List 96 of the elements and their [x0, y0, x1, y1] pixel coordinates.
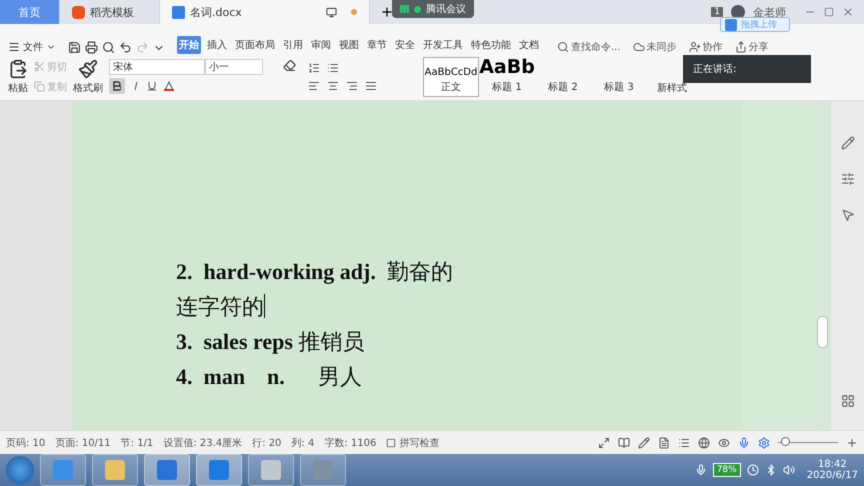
status-text: 字数: 1106: [324, 436, 376, 450]
paste-button[interactable]: 粘贴: [8, 58, 28, 95]
align-left-icon[interactable]: [308, 80, 320, 92]
web-icon[interactable]: [698, 436, 710, 449]
fullscreen-icon[interactable]: [598, 436, 610, 449]
search-icon: [557, 40, 569, 53]
file-menu[interactable]: 文件: [8, 40, 56, 54]
size-field[interactable]: 小一: [205, 59, 263, 76]
tray-clock[interactable]: 18:42 2020/6/17: [806, 459, 858, 482]
zoom-thumb[interactable]: [781, 437, 790, 446]
template-icon: [72, 6, 85, 18]
spell-check-button[interactable]: 拼写检查: [386, 436, 440, 450]
new-tab-button[interactable]: [380, 5, 394, 19]
document-line: 3. sales reps 推销员: [176, 328, 366, 356]
print-icon[interactable]: [85, 40, 98, 54]
style-preset[interactable]: 标题 2: [535, 56, 591, 97]
page-view-icon[interactable]: [658, 436, 670, 449]
status-dot: [414, 6, 421, 12]
tab[interactable]: 名词.docx: [160, 0, 370, 24]
status-text: 页面: 10/11: [55, 436, 111, 450]
paintbrush-icon: [78, 58, 98, 79]
add-user-icon: [688, 40, 701, 53]
taskbar-app[interactable]: [196, 454, 242, 486]
microphone-icon[interactable]: [694, 464, 707, 476]
status-text: 列: 4: [291, 436, 314, 450]
command-search[interactable]: 查找命令...: [557, 40, 621, 54]
undo-icon[interactable]: [119, 40, 132, 54]
menu-tab[interactable]: 特色功能: [469, 36, 513, 54]
pencil-icon[interactable]: [840, 136, 854, 150]
scissors-icon: [34, 61, 45, 72]
maximize-button[interactable]: [824, 7, 834, 17]
sync-button[interactable]: 未同步: [632, 40, 677, 54]
status-text: 页码: 10: [6, 436, 46, 450]
pencil-icon[interactable]: [638, 436, 650, 449]
close-button[interactable]: [842, 6, 854, 18]
document-line: 4. man n. 男人: [176, 362, 363, 391]
meeting-title: 腾讯会议: [426, 2, 466, 16]
book-icon[interactable]: [618, 436, 630, 449]
justify-icon[interactable]: [365, 80, 377, 92]
italic-icon[interactable]: [132, 81, 140, 92]
text-color-icon[interactable]: [164, 81, 174, 92]
status-text: 节: 1/1: [120, 436, 154, 450]
menu-tab[interactable]: 开发工具: [421, 36, 465, 54]
scrollbar-thumb[interactable]: [816, 316, 828, 348]
save-icon[interactable]: [68, 40, 81, 54]
sliders-icon[interactable]: [840, 172, 854, 186]
numbered-list-icon[interactable]: [308, 62, 320, 74]
microphone-icon[interactable]: [738, 436, 750, 449]
menu-tab[interactable]: 插入: [205, 36, 229, 54]
menu-tab[interactable]: 文档: [517, 36, 541, 54]
volume-icon[interactable]: [782, 464, 795, 476]
taskbar-app[interactable]: [144, 454, 190, 486]
underline-icon[interactable]: [147, 81, 157, 92]
align-right-icon[interactable]: [346, 80, 358, 92]
document-line: 2. hard-working adj. 勤奋的: [176, 258, 454, 286]
copy-icon: [34, 81, 45, 92]
count-badge: 1: [711, 7, 723, 17]
share-icon: [734, 40, 747, 53]
document-line: 连字符的: [176, 292, 266, 321]
clipboard-icon: [8, 58, 28, 79]
start-button[interactable]: [6, 456, 34, 484]
menu-tab[interactable]: 安全: [393, 36, 417, 54]
zoom-in-icon[interactable]: [846, 436, 858, 449]
menu-tab[interactable]: 引用: [281, 36, 305, 54]
font-field[interactable]: 宋体: [109, 59, 205, 76]
eye-icon[interactable]: [718, 436, 730, 449]
menu-tab[interactable]: 章节: [365, 36, 389, 54]
align-center-icon[interactable]: [327, 80, 339, 92]
grid-icon[interactable]: [840, 394, 854, 408]
menu-tab[interactable]: 审阅: [309, 36, 333, 54]
unsaved-dot: [351, 9, 357, 15]
share-button[interactable]: 分享: [734, 40, 769, 54]
checkbox-icon: [386, 438, 396, 448]
bold-icon[interactable]: [109, 78, 125, 94]
style-preset[interactable]: AaBb 标题 1: [479, 56, 535, 97]
pointer-icon[interactable]: [840, 208, 854, 222]
user-name: 金老师: [753, 4, 786, 20]
status-text: 设置值: 23.4厘米: [163, 436, 242, 450]
menu-tab[interactable]: 视图: [337, 36, 361, 54]
menu-tab[interactable]: 开始: [177, 36, 201, 54]
status-text: 行: 20: [252, 436, 282, 450]
menu-tab[interactable]: 页面布局: [233, 36, 277, 54]
preview-icon[interactable]: [102, 40, 115, 54]
clock-icon[interactable]: [746, 464, 759, 476]
menu-icon: [8, 40, 20, 53]
eraser-icon[interactable]: [283, 59, 296, 72]
battery-indicator[interactable]: 78%: [712, 463, 741, 478]
style-preset[interactable]: AaBbCcDd 正文: [423, 56, 479, 97]
signal-icon: [400, 5, 409, 13]
document-icon: [172, 6, 185, 18]
speaking-overlay: 正在讲话:: [683, 54, 811, 83]
format-painter-button[interactable]: 格式刷: [73, 58, 103, 95]
style-preset[interactable]: 标题 3: [591, 56, 647, 97]
monitor-icon: [326, 6, 337, 18]
settings-icon[interactable]: [758, 436, 770, 449]
collab-button[interactable]: 协作: [688, 40, 723, 54]
